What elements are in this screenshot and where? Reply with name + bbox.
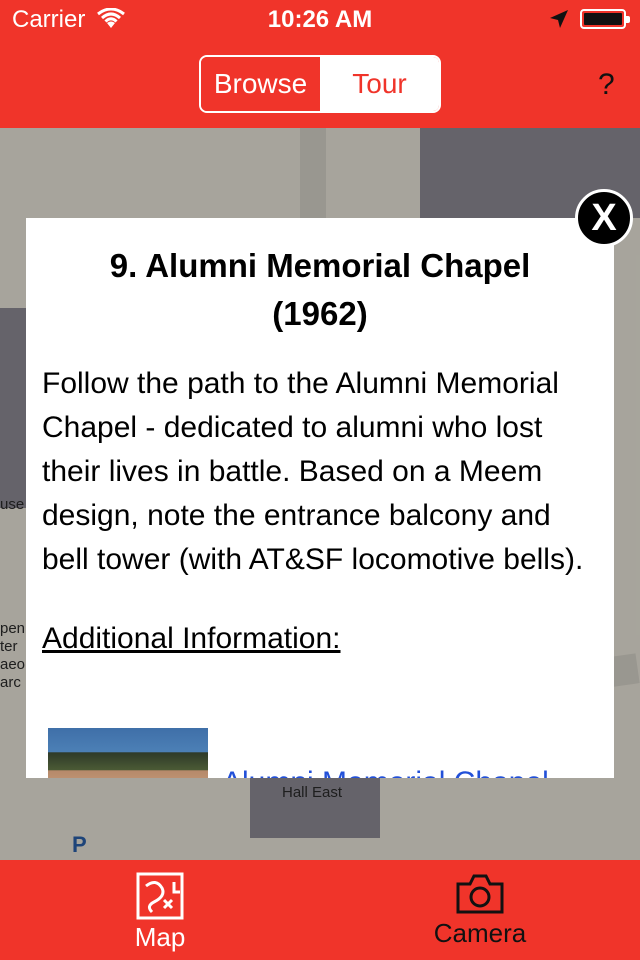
- tab-bar: Map Camera: [0, 860, 640, 960]
- top-bar: Carrier 10:26 AM Browse Tour ?: [0, 0, 640, 128]
- segment-browse[interactable]: Browse: [201, 57, 320, 111]
- browse-tour-segmented-control[interactable]: Browse Tour: [199, 55, 441, 113]
- map-icon: [136, 872, 184, 920]
- clock-time: 10:26 AM: [267, 6, 373, 33]
- tab-camera[interactable]: Camera: [410, 872, 550, 949]
- info-popup: 9. Alumni Memorial Chapel (1962) Follow …: [26, 218, 614, 778]
- close-popup-button[interactable]: X: [575, 189, 633, 247]
- tab-camera-label: Camera: [433, 918, 527, 948]
- chapel-thumbnail-image[interactable]: [48, 728, 208, 778]
- close-icon: X: [591, 196, 617, 239]
- popup-description: Follow the path to the Alumni Memorial C…: [42, 367, 584, 576]
- help-button[interactable]: ?: [598, 68, 615, 102]
- popup-title: 9. Alumni Memorial Chapel (1962): [109, 247, 531, 332]
- battery-icon: [580, 9, 630, 29]
- chapel-info-link[interactable]: Alumni Memorial Chapel: [222, 766, 549, 778]
- camera-icon: [456, 874, 504, 914]
- tab-map-label: Map: [134, 922, 186, 952]
- segment-tour[interactable]: Tour: [320, 57, 439, 111]
- tab-map[interactable]: Map: [120, 872, 200, 953]
- additional-info-heading: Additional Information:: [42, 622, 341, 655]
- status-bar: Carrier 10:26 AM: [0, 0, 640, 40]
- location-arrow-icon: [550, 10, 568, 28]
